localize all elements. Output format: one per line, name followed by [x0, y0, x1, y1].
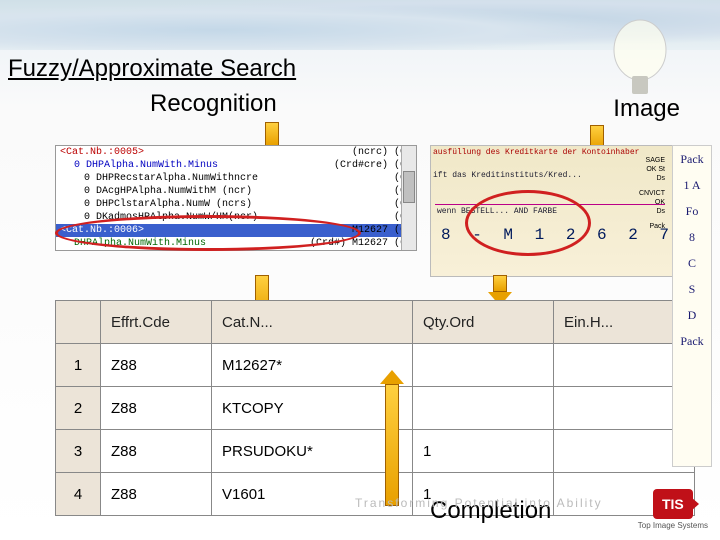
table-row[interactable]: 1 Z88 M12627* — [56, 344, 695, 387]
footer-tagline: Transforming Potential into Ability — [355, 496, 603, 510]
recog-item: 0 DHPRecstarAlpha.NumWithncre(0) — [56, 172, 416, 185]
scan-side: SAGEOK StDs CNVICTOKDs Pack — [639, 156, 665, 231]
table-row[interactable]: 3 Z88 PRSUDOKU* 1 — [56, 430, 695, 473]
data-table: Effrt.Cde Cat.N... Qty.Ord Ein.H... 1 Z8… — [55, 300, 695, 516]
slide-subtitle: Recognition — [150, 90, 277, 118]
col-cat: Cat.N... — [212, 301, 413, 344]
handwriting-strip: Pack1 AFo8 CSDPack — [672, 145, 712, 467]
recog-group-header: <Cat.Nb.:0005>(ncrc) (0) — [56, 146, 416, 159]
arrow-from-completion — [380, 370, 404, 506]
col-qty: Qty.Ord — [413, 301, 554, 344]
scrollbar[interactable] — [401, 146, 416, 250]
col-effrt: Effrt.Cde — [101, 301, 212, 344]
recog-item: 0 DHPClstarAlpha.NumW (ncrs)(0) — [56, 198, 416, 211]
table-row[interactable]: 2 Z88 KTCOPY — [56, 387, 695, 430]
highlight-ellipse-recognition — [55, 215, 361, 251]
table-header-row: Effrt.Cde Cat.N... Qty.Ord Ein.H... — [56, 301, 695, 344]
label-image: Image — [613, 95, 680, 123]
slide-title: Fuzzy/Approximate Search — [8, 55, 296, 83]
logo-tis: TIS Top Image Systems — [638, 489, 708, 530]
recog-item: 0 DAcgHPAlpha.NumWithM (ncr)(0) — [56, 185, 416, 198]
recog-item: 0 DHPAlpha.NumWith.Minus(Crd#cre) (0) — [56, 159, 416, 172]
highlight-ellipse-image — [465, 190, 591, 256]
